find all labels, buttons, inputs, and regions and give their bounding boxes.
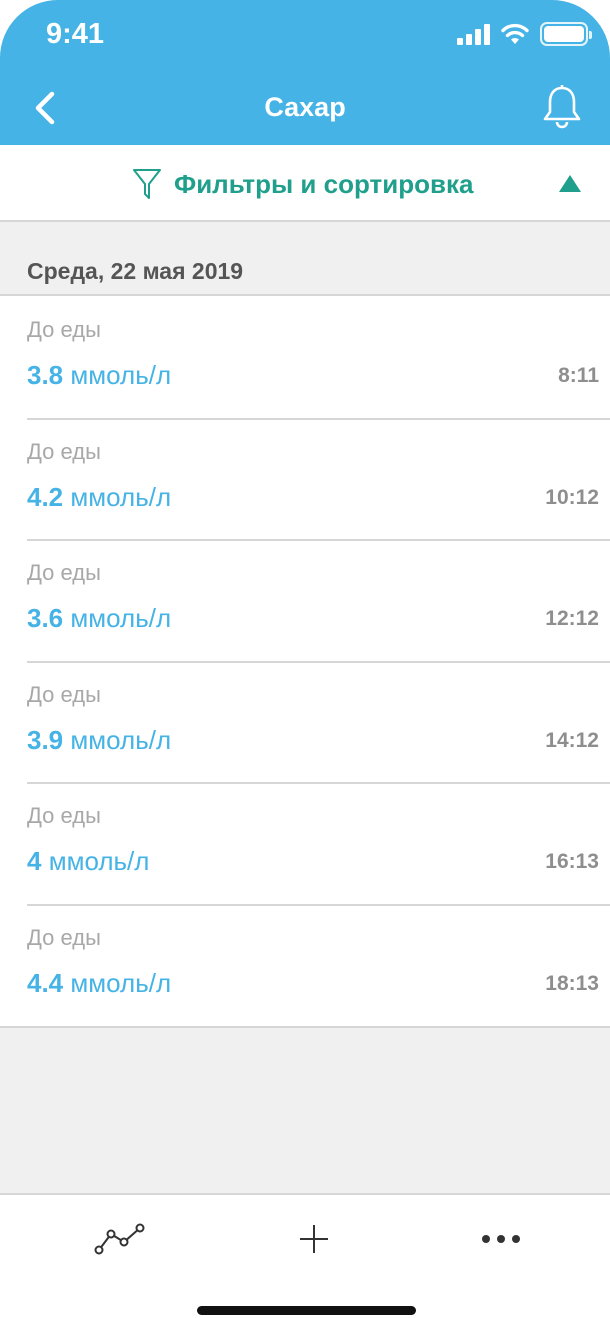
filter-sort-button[interactable]: Фильтры и сортировка xyxy=(132,167,473,201)
measurement-row[interactable]: До еды 4 ммоль/л 16:13 xyxy=(0,782,610,904)
measurement-time: 12:12 xyxy=(545,607,599,631)
meal-category-label: До еды xyxy=(27,438,101,464)
glucose-unit: ммоль/л xyxy=(70,481,172,512)
glucose-unit: ммоль/л xyxy=(70,603,172,634)
measurement-row[interactable]: До еды 4.2 ммоль/л 10:12 xyxy=(0,417,610,540)
filter-sort-bar[interactable]: Фильтры и сортировка xyxy=(0,145,610,222)
glucose-number: 3.6 xyxy=(27,603,64,634)
glucose-unit: ммоль/л xyxy=(48,846,150,877)
measurement-row[interactable]: До еды 4.4 ммоль/л 18:13 xyxy=(0,903,610,1026)
meal-category-label: До еды xyxy=(27,803,101,829)
measurement-time: 10:12 xyxy=(545,485,599,509)
glucose-unit: ммоль/л xyxy=(70,967,172,998)
navigation-header: 9:41 Сахар xyxy=(0,0,610,145)
filter-sort-label: Фильтры и сортировка xyxy=(174,168,474,199)
app-screen: 9:41 Сахар Фильтры и сортировка Среда, 2… xyxy=(0,0,610,1318)
measurement-time: 14:12 xyxy=(545,728,599,752)
glucose-value: 3.8 ммоль/л xyxy=(27,360,171,391)
funnel-icon xyxy=(133,169,161,199)
meal-category-label: До еды xyxy=(27,560,101,586)
glucose-value: 4.2 ммоль/л xyxy=(27,482,171,513)
home-indicator[interactable] xyxy=(197,1306,416,1315)
battery-icon xyxy=(540,22,592,46)
wifi-icon xyxy=(501,23,529,44)
glucose-number: 4.4 xyxy=(27,967,64,998)
date-section-header: Среда, 22 мая 2019 xyxy=(0,222,610,296)
glucose-number: 4 xyxy=(27,846,42,877)
glucose-value: 4.4 ммоль/л xyxy=(27,968,171,999)
bottom-toolbar xyxy=(0,1193,610,1318)
page-title: Сахар xyxy=(264,92,346,122)
date-label: Среда, 22 мая 2019 xyxy=(27,258,244,284)
chart-button[interactable] xyxy=(90,1219,150,1259)
more-button[interactable] xyxy=(471,1219,531,1259)
glucose-value: 3.6 ммоль/л xyxy=(27,603,171,634)
glucose-value: 3.9 ммоль/л xyxy=(27,725,171,756)
measurement-row[interactable]: До еды 3.8 ммоль/л 8:11 xyxy=(0,296,610,418)
add-button[interactable] xyxy=(284,1219,344,1259)
measurements-list: До еды 3.8 ммоль/л 8:11 До еды 4.2 ммоль/л 10… xyxy=(0,296,610,1028)
plus-icon xyxy=(300,1225,328,1253)
status-icons xyxy=(457,22,592,46)
glucose-unit: ммоль/л xyxy=(70,724,172,755)
glucose-value: 4 ммоль/л xyxy=(27,846,149,877)
status-time: 9:41 xyxy=(46,18,105,50)
measurement-time: 8:11 xyxy=(558,364,599,387)
notifications-bell-icon[interactable] xyxy=(542,84,582,130)
cellular-signal-icon xyxy=(457,23,490,45)
glucose-number: 3.9 xyxy=(27,724,64,755)
glucose-number: 4.2 xyxy=(27,481,64,512)
measurement-row[interactable]: До еды 3.6 ммоль/л 12:12 xyxy=(0,539,610,661)
chart-line-icon xyxy=(94,1223,145,1255)
glucose-number: 3.8 xyxy=(27,360,64,390)
meal-category-label: До еды xyxy=(27,681,101,707)
more-icon xyxy=(482,1235,520,1243)
meal-category-label: До еды xyxy=(27,317,101,342)
measurement-time: 16:13 xyxy=(545,850,599,874)
measurement-row[interactable]: До еды 3.9 ммоль/л 14:12 xyxy=(0,660,610,783)
meal-category-label: До еды xyxy=(27,924,101,950)
measurement-time: 18:13 xyxy=(545,971,599,995)
glucose-unit: ммоль/л xyxy=(70,360,172,390)
collapse-arrow-icon[interactable] xyxy=(559,175,581,192)
